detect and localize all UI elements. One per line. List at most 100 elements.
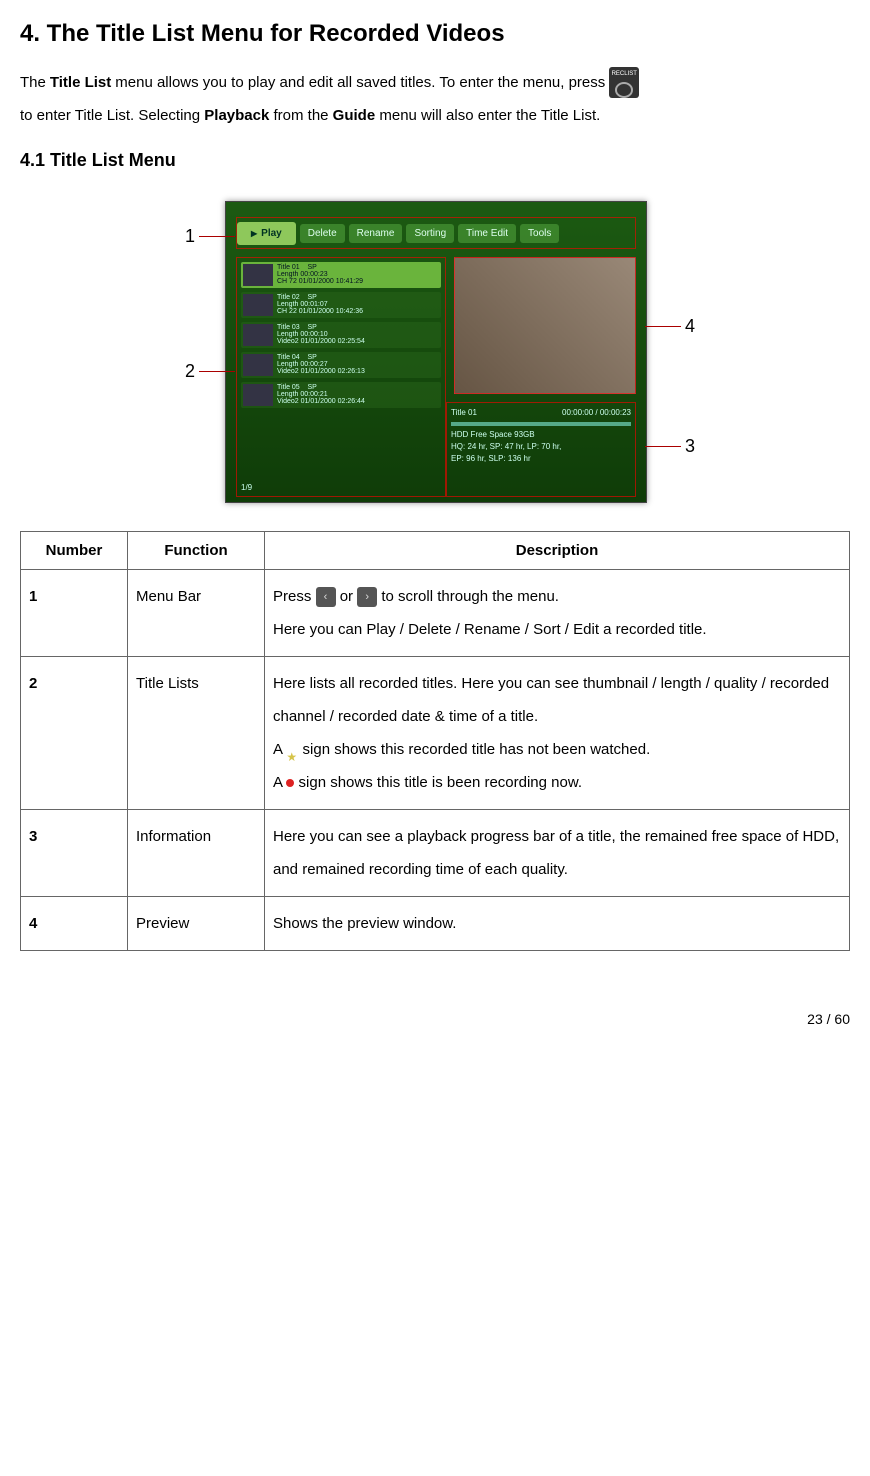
list-item: Title 05 SP Length 00:00:21 Video2 01/01… <box>241 382 441 408</box>
intro-text: menu will also enter the Title List. <box>379 107 600 124</box>
cell-description: Shows the preview window. <box>265 897 850 951</box>
cell-function: Information <box>128 810 265 897</box>
desc-text: Here lists all recorded titles. Here you… <box>273 667 841 733</box>
desc-text: or <box>340 588 358 605</box>
title-list-region: Title 01 SP Length 00:00:23 CH 72 01/01/… <box>236 257 446 497</box>
cell-function: Title Lists <box>128 657 265 810</box>
desc-text: sign shows this title is been recording … <box>299 774 582 791</box>
table-row: 1 Menu Bar Press ‹ or › to scroll throug… <box>21 570 850 657</box>
item-info: Video2 01/01/2000 02:26:44 <box>277 398 365 405</box>
tab-play: Play <box>237 222 296 245</box>
info-quality2: EP: 96 hr, SLP: 136 hr <box>451 453 631 465</box>
thumbnail <box>243 354 273 376</box>
item-quality: SP <box>307 354 316 361</box>
info-title: Title 01 <box>451 407 477 419</box>
item-title: Title 04 <box>277 354 300 361</box>
cell-number: 3 <box>21 810 128 897</box>
right-arrow-icon: › <box>357 587 377 607</box>
intro-text: from the <box>273 107 332 124</box>
reclist-label: RECLIST <box>612 68 637 81</box>
info-time: 00:00:00 / 00:00:23 <box>562 407 631 419</box>
cell-description: Press ‹ or › to scroll through the menu.… <box>265 570 850 657</box>
cell-number: 1 <box>21 570 128 657</box>
info-space: HDD Free Space 93GB <box>451 429 631 441</box>
screenshot: Play Delete Rename Sorting Time Edit Too… <box>225 201 647 503</box>
table-row: 3 Information Here you can see a playbac… <box>21 810 850 897</box>
figure-container: Play Delete Rename Sorting Time Edit Too… <box>20 201 850 501</box>
reclist-button-icon: RECLIST <box>609 67 639 98</box>
desc-text: Here you can Play / Delete / Rename / So… <box>273 613 841 646</box>
desc-text: to scroll through the menu. <box>381 588 559 605</box>
item-quality: SP <box>307 264 316 271</box>
header-description: Description <box>265 532 850 570</box>
item-title: Title 03 <box>277 324 300 331</box>
record-dot-icon <box>286 779 294 787</box>
header-number: Number <box>21 532 128 570</box>
page-number: 23 / 60 <box>20 1011 850 1027</box>
left-arrow-icon: ‹ <box>316 587 336 607</box>
cell-description: Here lists all recorded titles. Here you… <box>265 657 850 810</box>
cell-number: 4 <box>21 897 128 951</box>
header-function: Function <box>128 532 265 570</box>
intro-paragraph: The Title List menu allows you to play a… <box>20 66 850 132</box>
thumbnail <box>243 384 273 406</box>
callout-1: 1 <box>185 226 195 247</box>
tab-delete: Delete <box>300 224 345 243</box>
function-table: Number Function Description 1 Menu Bar P… <box>20 531 850 951</box>
cell-function: Preview <box>128 897 265 951</box>
info-quality: HQ: 24 hr, SP: 47 hr, LP: 70 hr, <box>451 441 631 453</box>
list-item: Title 01 SP Length 00:00:23 CH 72 01/01/… <box>241 262 441 288</box>
item-length: Length 00:00:21 <box>277 391 365 398</box>
info-region: Title 01 00:00:00 / 00:00:23 HDD Free Sp… <box>446 402 636 497</box>
desc-text: Press <box>273 588 316 605</box>
circle-icon <box>615 82 633 98</box>
cell-description: Here you can see a playback progress bar… <box>265 810 850 897</box>
intro-text: menu allows you to play and edit all sav… <box>115 66 605 99</box>
item-info: CH 72 01/01/2000 10:41:29 <box>277 278 363 285</box>
callout-4: 4 <box>685 316 695 337</box>
item-quality: SP <box>307 324 316 331</box>
intro-text: The <box>20 66 46 99</box>
desc-text: A <box>273 774 286 791</box>
thumbnail <box>243 294 273 316</box>
item-length: Length 00:01:07 <box>277 301 363 308</box>
progress-bar <box>451 422 631 426</box>
star-icon: ★ <box>286 744 298 756</box>
item-length: Length 00:00:23 <box>277 271 363 278</box>
cell-function: Menu Bar <box>128 570 265 657</box>
tab-tools: Tools <box>520 224 559 243</box>
item-title: Title 02 <box>277 294 300 301</box>
list-item: Title 03 SP Length 00:00:10 Video2 01/01… <box>241 322 441 348</box>
item-info: CH 22 01/01/2000 10:42:36 <box>277 308 363 315</box>
item-length: Length 00:00:10 <box>277 331 365 338</box>
table-row: 2 Title Lists Here lists all recorded ti… <box>21 657 850 810</box>
callout-2: 2 <box>185 361 195 382</box>
list-item: Title 04 SP Length 00:00:27 Video2 01/01… <box>241 352 441 378</box>
item-length: Length 00:00:27 <box>277 361 365 368</box>
bold-playback: Playback <box>204 107 269 124</box>
tab-sorting: Sorting <box>406 224 454 243</box>
item-info: Video2 01/01/2000 02:25:54 <box>277 338 365 345</box>
section-heading: 4. The Title List Menu for Recorded Vide… <box>20 20 850 48</box>
tab-rename: Rename <box>349 224 403 243</box>
item-title: Title 05 <box>277 384 300 391</box>
item-quality: SP <box>307 294 316 301</box>
bold-guide: Guide <box>333 107 376 124</box>
subsection-heading: 4.1 Title List Menu <box>20 150 850 171</box>
list-item: Title 02 SP Length 00:01:07 CH 22 01/01/… <box>241 292 441 318</box>
desc-text: sign shows this recorded title has not b… <box>303 741 651 758</box>
list-page-indicator: 1/9 <box>241 483 441 492</box>
item-title: Title 01 <box>277 264 300 271</box>
intro-text: to enter Title List. Selecting <box>20 107 204 124</box>
cell-number: 2 <box>21 657 128 810</box>
item-info: Video2 01/01/2000 02:26:13 <box>277 368 365 375</box>
preview-region <box>454 257 636 394</box>
menubar-region: Play Delete Rename Sorting Time Edit Too… <box>236 217 636 249</box>
title-list-figure: Play Delete Rename Sorting Time Edit Too… <box>145 201 725 501</box>
thumbnail <box>243 324 273 346</box>
callout-3: 3 <box>685 436 695 457</box>
bold-title-list: Title List <box>50 66 111 99</box>
item-quality: SP <box>307 384 316 391</box>
thumbnail <box>243 264 273 286</box>
tab-time-edit: Time Edit <box>458 224 516 243</box>
